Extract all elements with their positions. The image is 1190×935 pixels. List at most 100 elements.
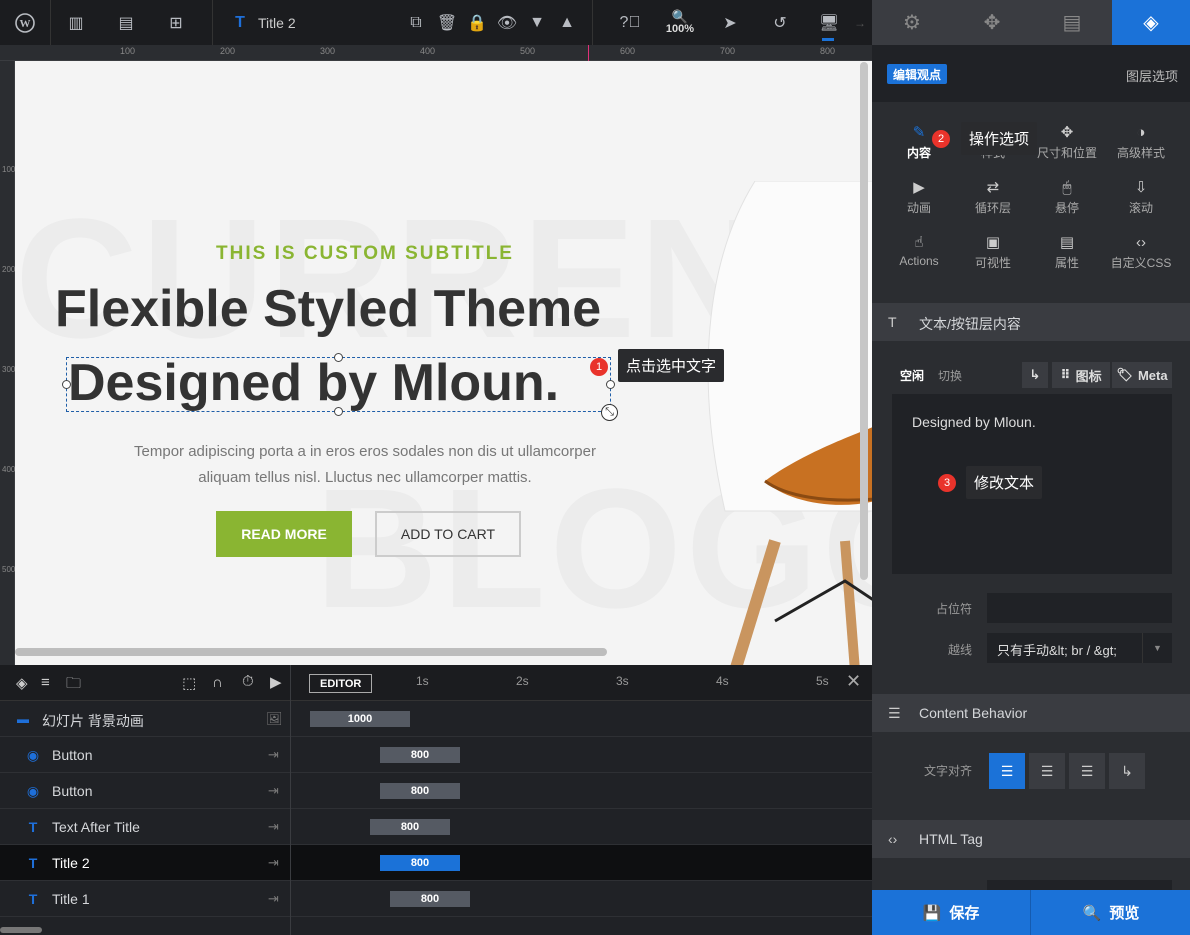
move-up-icon[interactable]: ▲ [556, 0, 578, 45]
layers-icon[interactable]: ◈ [16, 674, 28, 692]
align-left-button[interactable]: ☰ [989, 753, 1025, 789]
tab-toggle[interactable]: 切换 [938, 367, 962, 384]
timeline-bar[interactable]: 1000 [310, 711, 410, 727]
slide-description[interactable]: Tempor adipiscing porta a in eros eros s… [115, 439, 615, 491]
play-icon[interactable]: ▶ [270, 673, 282, 691]
align-center-button[interactable]: ☰ [1029, 753, 1065, 789]
settings-gear-icon[interactable]: ⚙ [872, 0, 952, 45]
add-layer-icon[interactable]: ⊞ [162, 0, 190, 45]
html-tag-select[interactable] [987, 880, 1172, 890]
help-icon[interactable]: ?⃝ [618, 0, 642, 45]
resize-handle[interactable] [334, 353, 343, 362]
duplicate-icon[interactable]: ⧉ [405, 0, 427, 45]
timeline-row[interactable]: ◉ Button ⇥ 800 [0, 737, 872, 773]
resize-handle[interactable] [606, 380, 615, 389]
hint-badge: 3 [938, 474, 956, 492]
ruler-label: 500 [2, 565, 16, 574]
timer-icon[interactable]: ⏱ [242, 673, 254, 690]
slide-title-1[interactable]: Flexible Styled Theme [55, 279, 601, 339]
timeline-row[interactable]: ▬ 幻灯片 背景动画 🖼 1000 [0, 701, 872, 737]
pointer-icon[interactable]: ➤ [718, 0, 742, 45]
html-tag-section-header[interactable]: ‹› HTML Tag [872, 820, 1190, 858]
timeline-row-selected[interactable]: T Title 2 ⇥ 800 [0, 845, 872, 881]
option-actions[interactable]: ☝ Actions [882, 232, 956, 268]
slides-icon[interactable]: ▤ [1032, 0, 1112, 45]
timeline-bar[interactable]: 800 [380, 747, 460, 763]
lock-icon[interactable]: 🔒 [466, 0, 488, 45]
content-behavior-section-header[interactable]: ☰ Content Behavior [872, 694, 1190, 732]
columns-icon[interactable]: ▥ [62, 0, 90, 45]
option-custom-css[interactable]: ‹› 自定义CSS [1104, 232, 1178, 271]
list-icon[interactable]: ≡ [41, 674, 50, 691]
read-more-button[interactable]: READ MORE [216, 511, 352, 557]
wrap-select[interactable]: 只有手动&lt; br / &gt; ▼ [987, 633, 1172, 663]
option-scroll[interactable]: ⇩ 滚动 [1104, 177, 1178, 216]
magnet-icon[interactable]: ∩ [212, 674, 223, 691]
ruler-label: 200 [220, 46, 236, 56]
option-visibility[interactable]: ▣ 可视性 [956, 232, 1030, 271]
move-down-icon[interactable]: ▼ [526, 0, 548, 45]
slide-subtitle[interactable]: THIS IS CUSTOM SUBTITLE [15, 243, 715, 265]
resize-corner-icon[interactable]: ⤡ [601, 404, 618, 421]
resize-handle[interactable] [334, 407, 343, 416]
editor-tab[interactable]: EDITOR [309, 674, 373, 693]
add-to-cart-button[interactable]: ADD TO CART [375, 511, 521, 557]
library-icon[interactable]: ▤ [112, 0, 140, 45]
timeline-bar[interactable]: 800 [370, 819, 450, 835]
undo-icon[interactable]: ↺ [768, 0, 792, 45]
select-icon[interactable]: ⬚ [182, 674, 196, 692]
timeline-scrollbar[interactable] [0, 927, 42, 933]
line-break-button[interactable]: ↳ [1022, 362, 1048, 388]
arrow-end-icon: ⇥ [268, 855, 279, 870]
option-hover[interactable]: 🖱 悬停 [1030, 177, 1104, 216]
save-button[interactable]: 💾 保存 [872, 890, 1030, 935]
align-inherit-button[interactable]: ↳ [1109, 753, 1145, 789]
resize-handle[interactable] [62, 380, 71, 389]
canvas-horizontal-scrollbar[interactable] [15, 648, 607, 656]
option-animation[interactable]: ▶ 动画 [882, 177, 956, 216]
meta-button[interactable]: 🏷 Meta [1112, 362, 1172, 388]
align-right-button[interactable]: ☰ [1069, 753, 1105, 789]
option-size-position[interactable]: ✥ 尺寸和位置 [1030, 122, 1104, 161]
slide-canvas[interactable]: CURRENC BLOGG THIS IS CUSTOM SUBTITLE Fl… [15, 61, 872, 665]
timeline-row[interactable]: ◉ Button ⇥ 800 [0, 773, 872, 809]
close-icon[interactable]: ✕ [846, 671, 861, 692]
hint-tooltip: 点击选中文字 [618, 349, 725, 382]
delete-icon[interactable]: 🗑 [436, 0, 458, 45]
canvas-vertical-scrollbar[interactable] [860, 62, 868, 580]
sidebar-tabs: ⚙ ✥ ▤ ◈ [872, 0, 1190, 45]
option-advanced-style[interactable]: ◑ 高级样式 [1104, 122, 1178, 161]
preview-button[interactable]: 🔍 预览 [1032, 890, 1190, 935]
text-icon: T [888, 314, 897, 330]
folder-icon[interactable]: 🗀 [66, 673, 81, 698]
placeholder-input[interactable] [987, 593, 1172, 623]
visibility-icon[interactable]: 👁 [496, 0, 518, 45]
timeline-bar[interactable]: 800 [380, 783, 460, 799]
timeline-row[interactable]: T Text After Title ⇥ 800 [0, 809, 872, 845]
icon-button[interactable]: ⠿ 图标 [1052, 362, 1110, 388]
edit-view-badge[interactable]: 编辑观点 [887, 64, 948, 84]
slide-title-2[interactable]: Designed by Mloun. [68, 353, 559, 413]
zoom-control[interactable]: 🔍 100% [660, 0, 700, 45]
tab-idle[interactable]: 空闲 [900, 367, 924, 384]
navigation-icon[interactable]: ✥ [952, 0, 1032, 45]
timeline-bar[interactable]: 800 [380, 855, 460, 871]
layer-options-link[interactable]: 图层选项 [1126, 66, 1178, 85]
desktop-active-indicator [822, 38, 834, 41]
wordpress-icon[interactable]: W [8, 0, 42, 45]
hint-tooltip: 修改文本 [966, 466, 1043, 499]
layer-title[interactable]: Title 2 [258, 0, 296, 45]
more-arrow-icon[interactable]: → [852, 0, 868, 45]
option-label: 滚动 [1128, 201, 1153, 215]
timeline-bar[interactable]: 800 [390, 891, 470, 907]
time-mark: 2s [516, 674, 529, 688]
bottom-actions: 💾 保存 🔍 预览 [872, 890, 1190, 935]
option-attributes[interactable]: ▤ 属性 [1030, 232, 1104, 271]
option-loop[interactable]: ⇄ 循环层 [956, 177, 1030, 216]
zoom-icon: 🔍 [671, 9, 689, 24]
chair-image [707, 181, 872, 665]
timeline-row[interactable]: T Title 1 ⇥ 800 [0, 881, 872, 917]
text-content-section-header[interactable]: T 文本/按钮层内容 [872, 303, 1190, 341]
layers-tab-icon[interactable]: ◈ [1112, 0, 1190, 45]
save-label: 保存 [949, 905, 980, 922]
